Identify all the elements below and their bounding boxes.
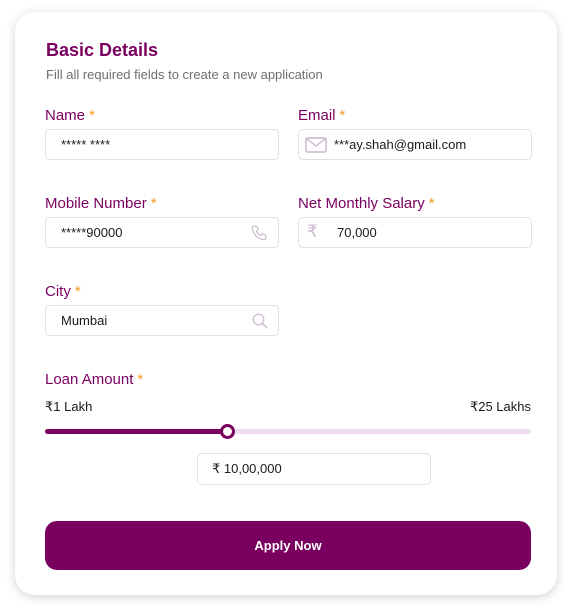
rupee-icon: ₹ — [307, 222, 318, 241]
search-icon[interactable] — [251, 312, 269, 333]
city-label-text: City — [45, 283, 71, 300]
city-field[interactable]: Mumbai — [45, 305, 279, 336]
phone-icon — [250, 224, 268, 245]
basic-details-card: Basic Details Fill all required fields t… — [15, 12, 557, 595]
salary-label-text: Net Monthly Salary — [298, 195, 425, 212]
loan-label: Loan Amount * — [45, 371, 143, 388]
mobile-label: Mobile Number * — [45, 195, 157, 212]
email-label: Email * — [298, 107, 345, 124]
salary-field[interactable]: ₹ 70,000 — [298, 217, 532, 248]
city-value: Mumbai — [61, 313, 108, 328]
loan-amount-value: ₹ 10,00,000 — [212, 461, 282, 476]
name-label: Name * — [45, 107, 95, 124]
loan-slider-fill — [45, 429, 228, 434]
form-title: Basic Details — [46, 40, 159, 60]
mobile-label-text: Mobile Number — [45, 195, 147, 212]
mobile-value: *****90000 — [61, 225, 123, 240]
city-label: City * — [45, 283, 81, 300]
mail-icon — [305, 137, 327, 156]
loan-slider-track[interactable] — [45, 424, 531, 439]
salary-label: Net Monthly Salary * — [298, 195, 435, 212]
name-value: ***** **** — [61, 137, 111, 152]
form-subtitle: Fill all required fields to create a new… — [46, 67, 323, 82]
loan-amount-field[interactable]: ₹ 10,00,000 — [197, 453, 431, 485]
loan-slider-thumb[interactable] — [220, 424, 236, 439]
apply-now-button[interactable]: Apply Now — [45, 521, 531, 570]
required-marker: * — [137, 371, 144, 388]
required-marker: * — [339, 107, 346, 124]
name-field[interactable]: ***** **** — [45, 129, 279, 160]
loan-max-label: ₹25 Lakhs — [469, 399, 531, 414]
required-marker: * — [74, 283, 81, 300]
required-marker: * — [89, 107, 95, 124]
email-field[interactable]: ***ay.shah@gmail.com — [298, 129, 532, 160]
loan-label-text: Loan Amount — [45, 371, 134, 388]
required-marker: * — [428, 195, 435, 212]
mobile-field[interactable]: *****90000 — [45, 217, 279, 248]
loan-min-label: ₹1 Lakh — [45, 399, 93, 414]
name-label-text: Name — [45, 107, 86, 124]
required-marker: * — [150, 195, 157, 212]
salary-value: 70,000 — [337, 225, 377, 240]
email-value: ***ay.shah@gmail.com — [334, 137, 467, 152]
email-label-text: Email — [298, 107, 336, 124]
